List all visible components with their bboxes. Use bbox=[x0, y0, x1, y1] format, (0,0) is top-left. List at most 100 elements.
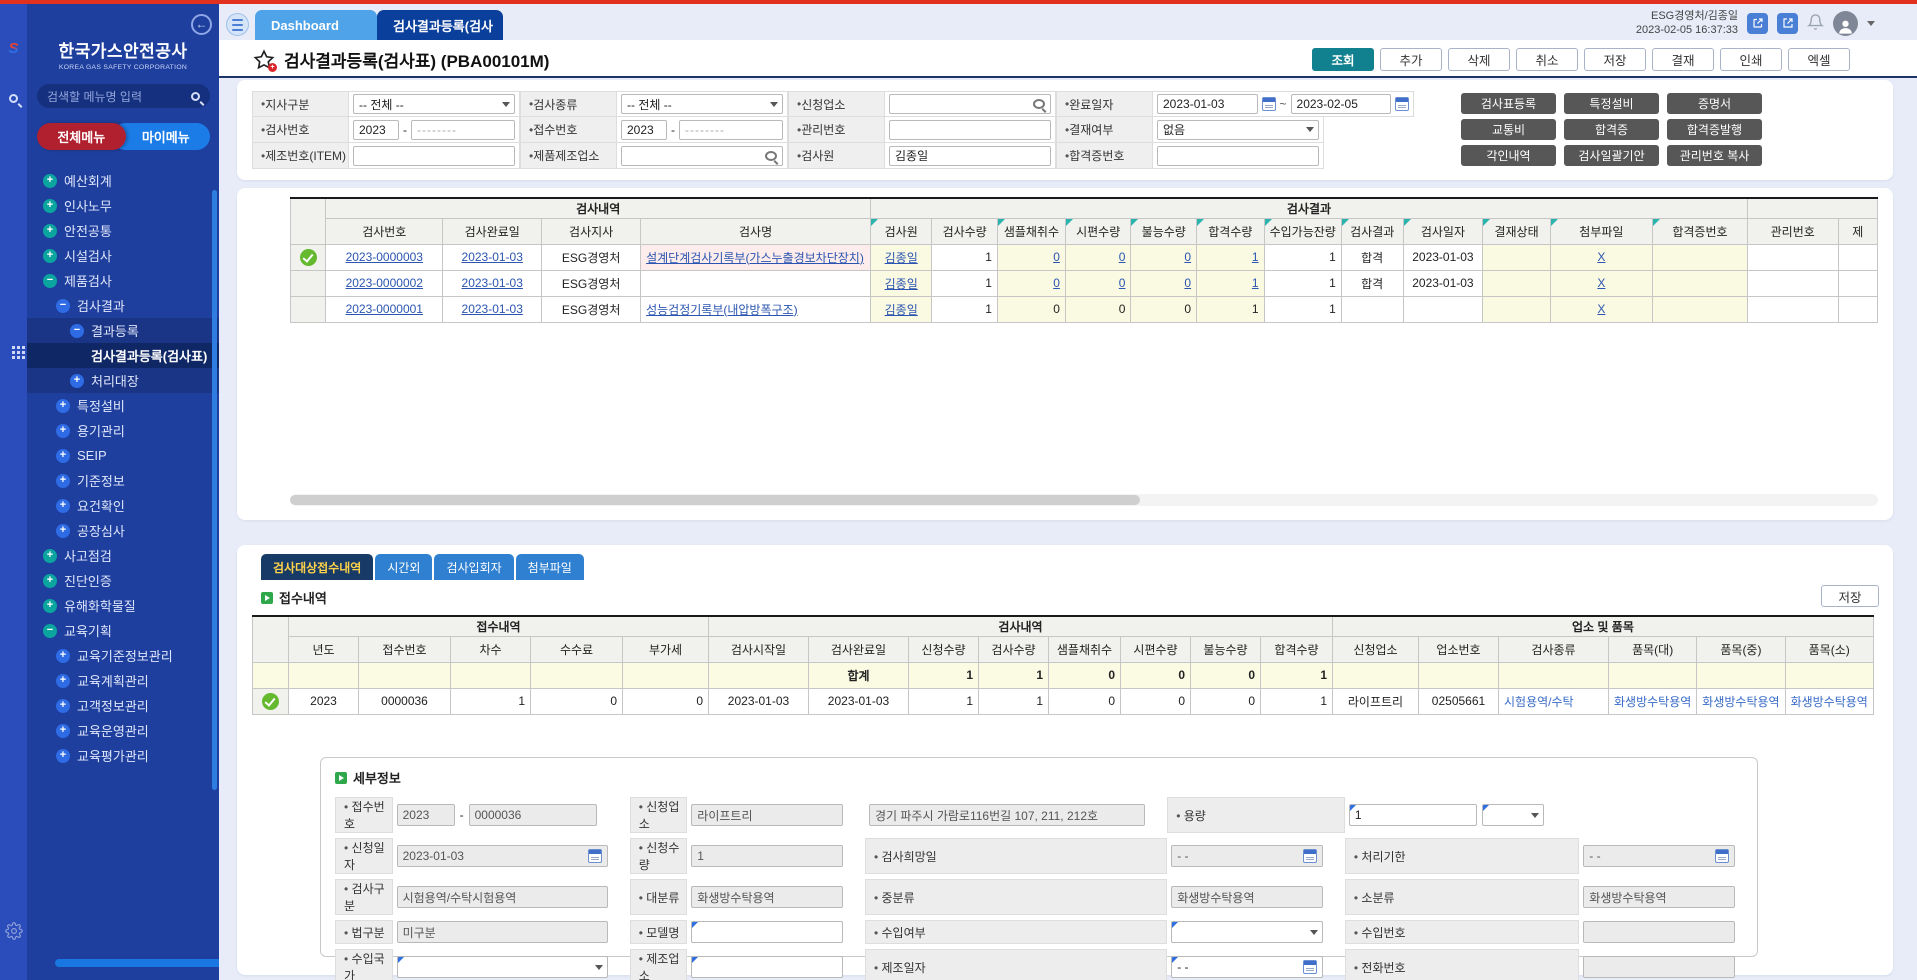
cell-link[interactable]: 2023-01-03 bbox=[462, 276, 523, 290]
column-header-불능수량[interactable]: 불능수량 bbox=[1131, 218, 1197, 244]
sidebar-item[interactable]: +교육계획관리 bbox=[27, 668, 219, 693]
toolbar-button-삭제[interactable]: 삭제 bbox=[1448, 48, 1510, 71]
action-button-각인내역[interactable]: 각인내역 bbox=[1461, 145, 1556, 166]
text-input[interactable] bbox=[1583, 921, 1735, 943]
column-header-수수료[interactable]: 수수료 bbox=[531, 636, 623, 662]
toolbar-button-조회[interactable]: 조회 bbox=[1312, 48, 1374, 71]
cell-시편수량[interactable]: 0 bbox=[1065, 270, 1131, 296]
plus-icon[interactable]: + bbox=[56, 399, 70, 413]
detail-tab-첨부파일[interactable]: 첨부파일 bbox=[516, 554, 584, 580]
column-header-샘플채취수[interactable]: 샘플채취수 bbox=[1049, 636, 1121, 662]
text-input[interactable] bbox=[1583, 956, 1735, 978]
number-input[interactable]: -------- bbox=[679, 120, 783, 140]
cell-link[interactable]: 0 bbox=[1184, 250, 1191, 264]
action-button-합격증[interactable]: 합격증 bbox=[1564, 119, 1659, 140]
column-header-신청업소[interactable]: 신청업소 bbox=[1333, 636, 1419, 662]
cell-검사번호[interactable]: 2023-0000001 bbox=[326, 296, 443, 322]
cell-link[interactable]: 김종일 bbox=[885, 251, 918, 265]
sidebar-item[interactable]: +처리대장 bbox=[27, 368, 219, 393]
cell-검사원[interactable]: 김종일 bbox=[871, 270, 932, 296]
close-icon[interactable]: ✕ bbox=[502, 18, 503, 32]
toolbar-button-추가[interactable]: 추가 bbox=[1380, 48, 1442, 71]
column-header-검사번호[interactable]: 검사번호 bbox=[326, 218, 443, 244]
row-selector[interactable] bbox=[291, 244, 326, 270]
sidebar-item[interactable]: +인사노무 bbox=[27, 193, 219, 218]
scrollbar-thumb[interactable] bbox=[290, 495, 1140, 505]
cell-link[interactable]: 김종일 bbox=[885, 303, 918, 317]
date-input[interactable]: - - bbox=[1171, 845, 1323, 867]
cell-첨부파일[interactable]: X bbox=[1550, 296, 1652, 322]
column-header-검사원[interactable]: 검사원 bbox=[871, 218, 932, 244]
action-button-검사일괄기안[interactable]: 검사일괄기안 bbox=[1564, 145, 1659, 166]
text-input[interactable]: 경기 파주시 가람로116번길 107, 211, 212호 bbox=[869, 804, 1145, 826]
toolbar-button-엑셀[interactable]: 엑셀 bbox=[1788, 48, 1850, 71]
search-icon[interactable] bbox=[0, 94, 27, 103]
column-header-검사완료일[interactable]: 검사완료일 bbox=[443, 218, 542, 244]
column-header-검사완료일[interactable]: 검사완료일 bbox=[809, 636, 909, 662]
sidebar-item[interactable]: +시설검사 bbox=[27, 243, 219, 268]
favorite-star-icon[interactable]: + bbox=[253, 49, 275, 71]
toolbar-button-결재[interactable]: 결재 bbox=[1652, 48, 1714, 71]
sidebar-item[interactable]: +기준정보 bbox=[27, 468, 219, 493]
cell-샘플채취수[interactable]: 0 bbox=[997, 270, 1065, 296]
table-row[interactable]: 2023-00000032023-01-03ESG경영처설계단계검사기록부(가스… bbox=[291, 244, 1878, 270]
row-selector[interactable] bbox=[253, 688, 289, 714]
cell-link[interactable]: 2023-0000001 bbox=[346, 302, 423, 316]
row-selector[interactable] bbox=[291, 296, 326, 322]
sidebar-item[interactable]: +사고점검 bbox=[27, 543, 219, 568]
cell-link[interactable]: 2023-01-03 bbox=[462, 250, 523, 264]
sidebar-item[interactable]: +유해화학물질 bbox=[27, 593, 219, 618]
date-from-input[interactable]: 2023-01-03 bbox=[1157, 94, 1258, 114]
capacity-input[interactable]: 1 bbox=[1349, 804, 1477, 826]
number-input[interactable]: -------- bbox=[411, 120, 515, 140]
column-header-합격증번호[interactable]: 합격증번호 bbox=[1652, 218, 1747, 244]
cell-샘플채취수[interactable]: 0 bbox=[997, 244, 1065, 270]
year-input[interactable]: 2023 bbox=[353, 120, 399, 140]
calendar-icon[interactable] bbox=[1303, 960, 1317, 974]
cell-첨부파일[interactable]: X bbox=[1550, 244, 1652, 270]
cell-link[interactable]: 2023-0000002 bbox=[346, 276, 423, 290]
column-header-검사수량[interactable]: 검사수량 bbox=[932, 218, 998, 244]
cell-시편수량[interactable]: 0 bbox=[1065, 244, 1131, 270]
cell-검사명[interactable]: 성능검정기록부(내압방폭구조) bbox=[641, 296, 871, 322]
sidebar-item[interactable]: +예산회계 bbox=[27, 168, 219, 193]
column-header-시편수량[interactable]: 시편수량 bbox=[1121, 636, 1191, 662]
cell-link[interactable]: 2023-01-03 bbox=[462, 302, 523, 316]
text-input[interactable]: 미구분 bbox=[397, 921, 608, 943]
cell-검사원[interactable]: 김종일 bbox=[871, 244, 932, 270]
sidebar-item[interactable]: 검사결과등록(검사표) bbox=[27, 343, 219, 368]
plus-icon[interactable]: + bbox=[56, 449, 70, 463]
column-header-검사명[interactable]: 검사명 bbox=[641, 218, 871, 244]
column-header-첨부파일[interactable]: 첨부파일 bbox=[1550, 218, 1652, 244]
action-button-관리번호 복사[interactable]: 관리번호 복사 bbox=[1667, 145, 1762, 166]
sidebar-item[interactable]: +요건확인 bbox=[27, 493, 219, 518]
cell-link[interactable]: 0 bbox=[1119, 276, 1126, 290]
filter-select[interactable]: 없음 bbox=[1157, 120, 1319, 140]
column-header-신청수량[interactable]: 신청수량 bbox=[909, 636, 979, 662]
text-input[interactable]: 화생방수탁용역 bbox=[1171, 886, 1323, 908]
filter-input[interactable] bbox=[621, 146, 783, 166]
detail-tab-검사입회자[interactable]: 검사입회자 bbox=[434, 554, 513, 580]
cell-link[interactable]: 2023-0000003 bbox=[346, 250, 423, 264]
form-select[interactable] bbox=[397, 956, 608, 978]
cell-검사완료일[interactable]: 2023-01-03 bbox=[443, 244, 542, 270]
sidebar-item[interactable]: +교육운영관리 bbox=[27, 718, 219, 743]
cell-link[interactable]: X bbox=[1597, 250, 1605, 264]
tab-inspection-result[interactable]: 검사결과등록(검사 ✕ bbox=[377, 10, 503, 40]
plus-icon[interactable]: + bbox=[56, 499, 70, 513]
cell-검사번호[interactable]: 2023-0000002 bbox=[326, 270, 443, 296]
plus-icon[interactable]: + bbox=[43, 199, 57, 213]
search-icon[interactable] bbox=[1033, 99, 1045, 109]
text-input[interactable]: 1 bbox=[691, 845, 843, 867]
column-header-업소번호[interactable]: 업소번호 bbox=[1419, 636, 1499, 662]
sidebar-item[interactable]: −결과등록 bbox=[27, 318, 219, 343]
text-input[interactable]: 시험용역/수탁시험용역 bbox=[397, 886, 608, 908]
column-header-년도[interactable]: 년도 bbox=[289, 636, 359, 662]
filter-input[interactable]: 김종일 bbox=[889, 146, 1051, 166]
calendar-icon[interactable] bbox=[1262, 97, 1276, 111]
sidebar-horizontal-scrollbar[interactable] bbox=[55, 959, 219, 967]
sidebar-item[interactable]: +SEIP bbox=[27, 443, 219, 468]
my-menu-button[interactable]: 마이메뉴 bbox=[112, 123, 211, 150]
calendar-icon[interactable] bbox=[588, 849, 602, 863]
plus-icon[interactable]: + bbox=[56, 474, 70, 488]
